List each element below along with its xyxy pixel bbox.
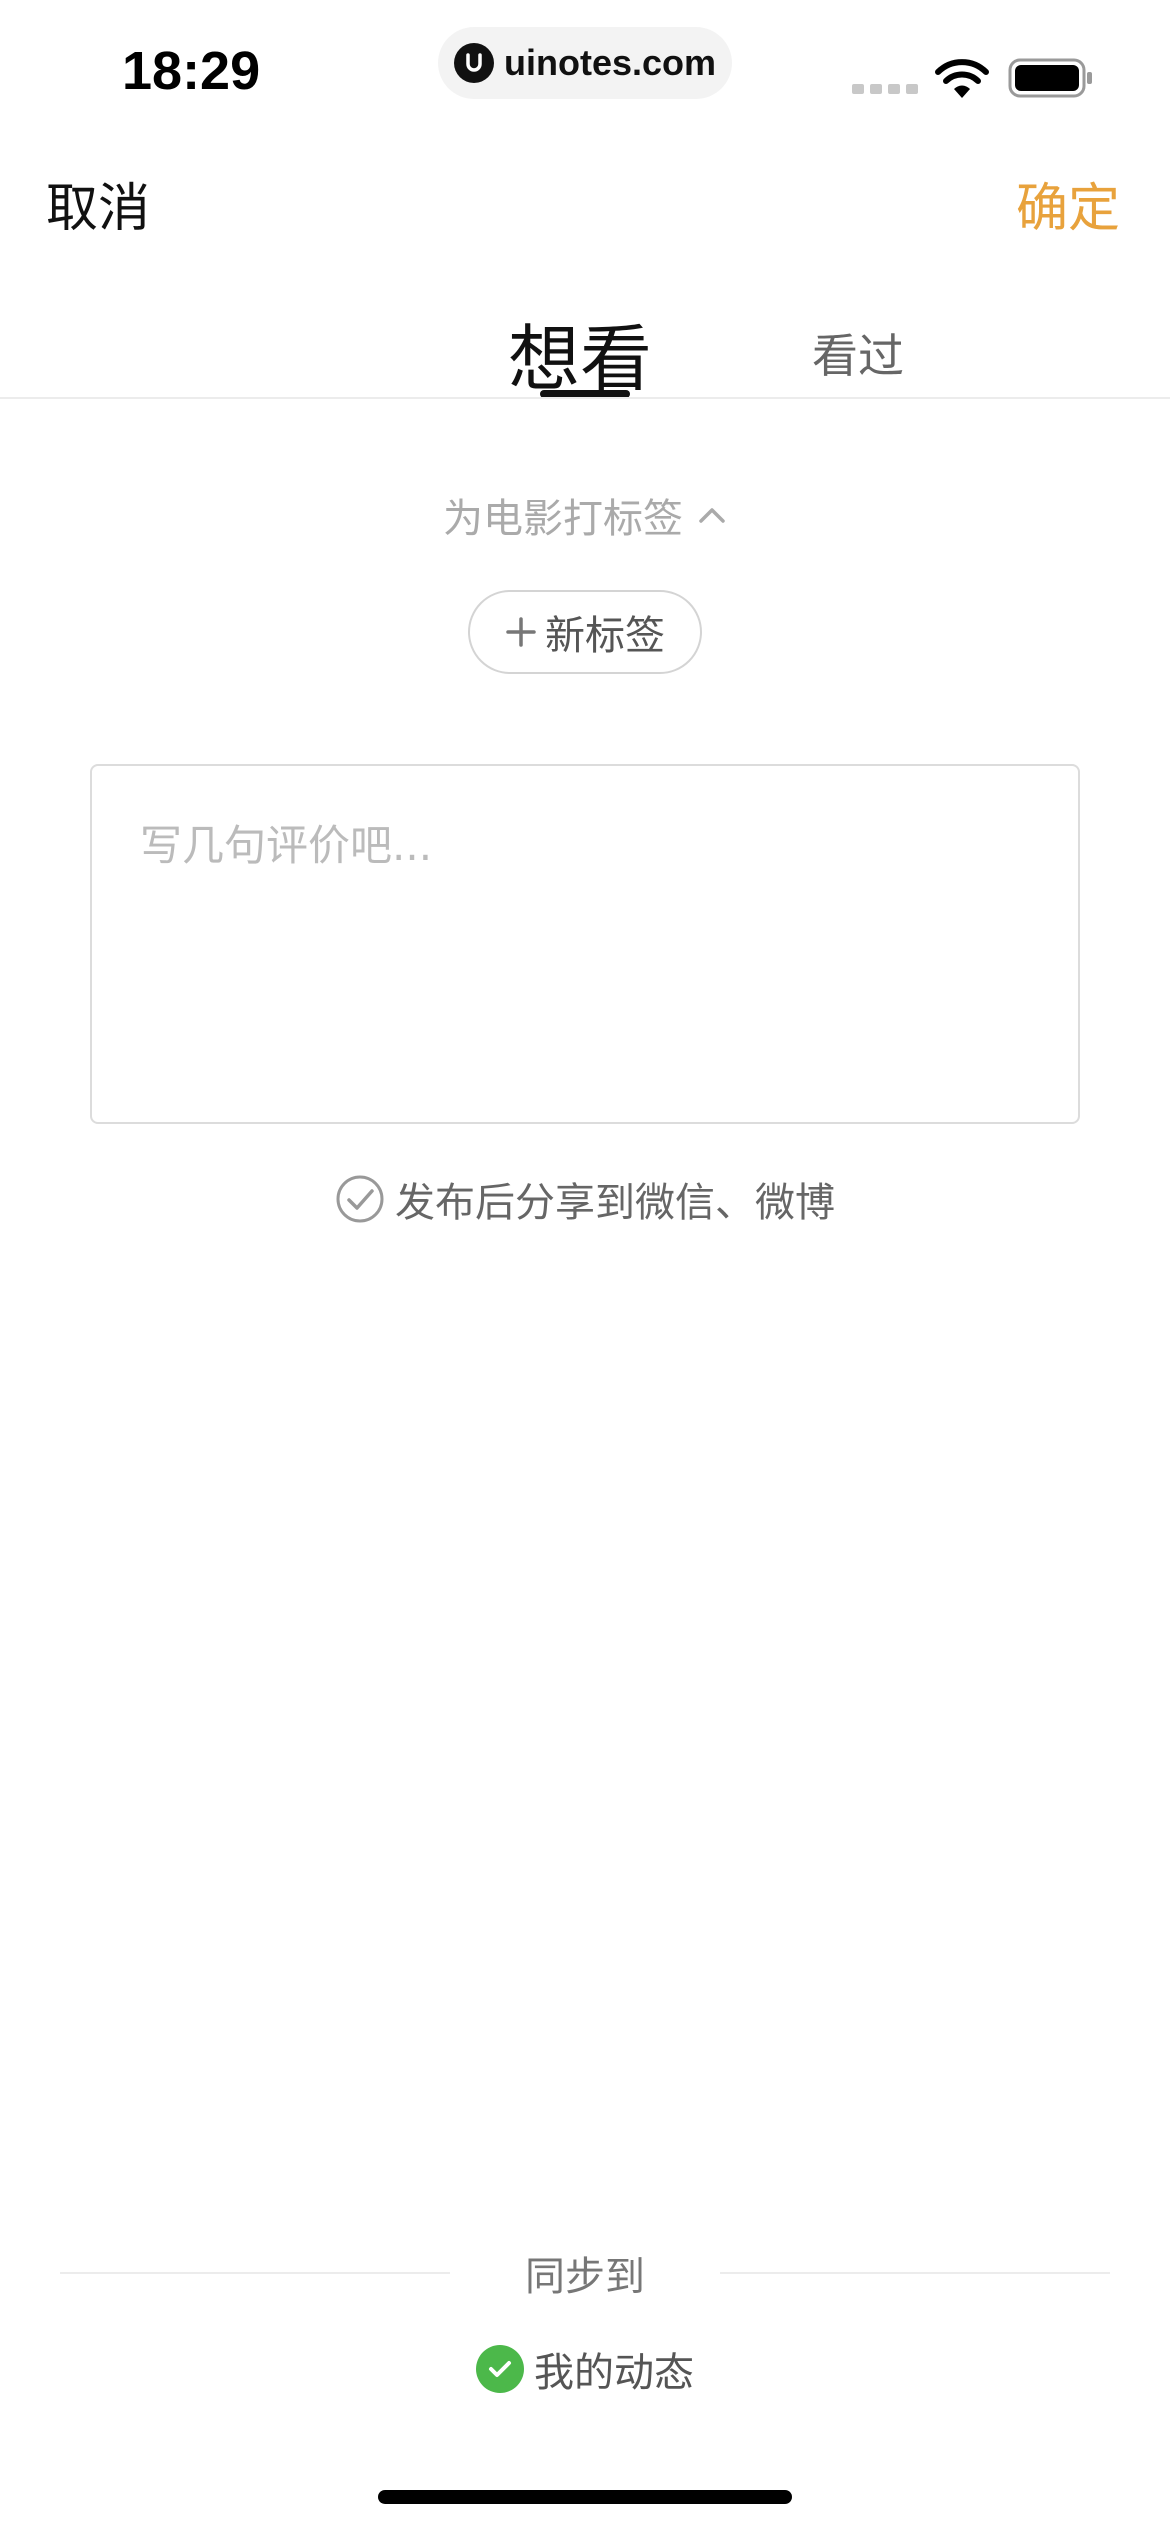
tag-toggle-label: 为电影打标签 bbox=[443, 496, 683, 542]
review-input[interactable] bbox=[92, 766, 1078, 1122]
site-logo-icon bbox=[454, 43, 494, 83]
cellular-signal-icon bbox=[852, 84, 918, 94]
tag-section-toggle[interactable]: 为电影打标签 bbox=[0, 486, 1170, 544]
tabs-divider bbox=[0, 397, 1170, 399]
chevron-up-icon bbox=[699, 508, 725, 523]
checked-icon bbox=[476, 2345, 524, 2393]
cancel-button[interactable]: 取消 bbox=[46, 166, 150, 241]
url-text: uinotes.com bbox=[504, 42, 717, 83]
share-label: 发布后分享到微信、微博 bbox=[395, 1180, 835, 1226]
sync-option-my-feed[interactable]: 我的动态 bbox=[0, 2340, 1170, 2398]
url-pill[interactable]: uinotes.com bbox=[438, 27, 732, 99]
top-nav: 取消 确定 bbox=[0, 150, 1170, 250]
status-time: 18:29 bbox=[122, 41, 261, 101]
confirm-button[interactable]: 确定 bbox=[1016, 166, 1120, 241]
plus-icon bbox=[506, 617, 536, 647]
review-box bbox=[90, 764, 1080, 1124]
check-circle-icon bbox=[336, 1175, 384, 1223]
sync-option-label: 我的动态 bbox=[534, 2350, 694, 2396]
new-tag-label: 新标签 bbox=[545, 613, 665, 659]
new-tag-button[interactable]: 新标签 bbox=[468, 590, 702, 674]
status-bar: 18:29 uinotes.com bbox=[0, 0, 1170, 150]
battery-icon bbox=[1008, 58, 1092, 98]
share-toggle[interactable]: 发布后分享到微信、微博 bbox=[0, 1170, 1170, 1228]
tab-watched[interactable]: 看过 bbox=[812, 320, 904, 386]
rate-movie-page: 18:29 uinotes.com 取消 确定 想看 看过 为电影打标签 新标签… bbox=[0, 0, 1170, 2532]
home-indicator bbox=[378, 2490, 792, 2504]
sync-title: 同步到 bbox=[525, 2254, 645, 2300]
status-tabs: 想看 看过 bbox=[0, 290, 1170, 401]
wifi-icon bbox=[935, 59, 989, 98]
